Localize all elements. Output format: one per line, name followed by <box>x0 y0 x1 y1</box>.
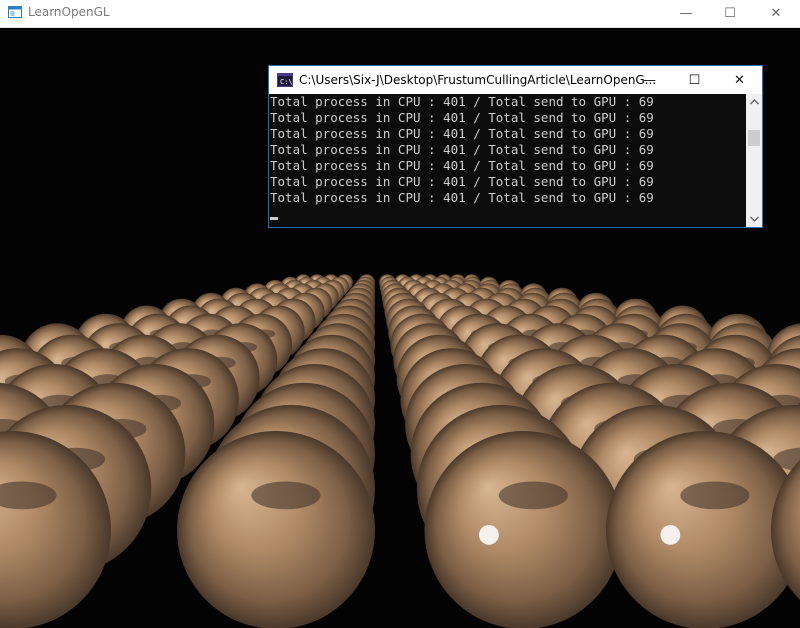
console-titlebar[interactable]: C:\ C:\Users\Six-J\Desktop\FrustumCullin… <box>269 66 762 94</box>
console-line: Total process in CPU : 401 / Total send … <box>270 174 654 189</box>
console-line: Total process in CPU : 401 / Total send … <box>270 126 654 141</box>
mars-sphere <box>606 431 800 628</box>
mars-sphere <box>424 431 623 628</box>
cmd-icon: C:\ <box>277 73 293 87</box>
minimize-button[interactable]: — <box>663 0 709 26</box>
maximize-icon: ☐ <box>724 5 736 21</box>
window-title: LearnOpenGL <box>28 5 110 19</box>
close-icon: ✕ <box>770 5 782 21</box>
maximize-icon: ☐ <box>688 72 701 88</box>
opengl-window-icon <box>8 6 22 18</box>
mars-surface-marking <box>251 481 321 510</box>
console-line: Total process in CPU : 401 / Total send … <box>270 142 654 157</box>
mars-sphere <box>177 431 375 628</box>
mars-surface-marking <box>680 481 750 510</box>
minimize-icon: — <box>643 72 656 88</box>
console-line: Total process in CPU : 401 / Total send … <box>270 110 654 125</box>
console-window[interactable]: C:\ C:\Users\Six-J\Desktop\FrustumCullin… <box>268 65 763 228</box>
console-output[interactable]: Total process in CPU : 401 / Total send … <box>269 94 747 227</box>
polar-ice-cap <box>660 525 681 545</box>
main-titlebar[interactable]: LearnOpenGL — ☐ ✕ <box>0 0 800 28</box>
console-scrollbar[interactable] <box>746 94 762 227</box>
mars-surface-marking <box>498 481 568 510</box>
scroll-thumb[interactable] <box>748 130 760 146</box>
scroll-down-arrow-icon[interactable] <box>746 211 762 227</box>
polar-ice-cap <box>479 525 499 545</box>
console-line: Total process in CPU : 401 / Total send … <box>270 158 654 173</box>
svg-text:C:\: C:\ <box>280 78 293 86</box>
close-button[interactable]: ✕ <box>753 0 799 26</box>
console-line: Total process in CPU : 401 / Total send … <box>270 94 654 109</box>
maximize-button[interactable]: ☐ <box>707 0 753 26</box>
console-close-button[interactable]: ✕ <box>717 66 762 94</box>
close-icon: ✕ <box>734 72 745 88</box>
minimize-icon: — <box>679 5 693 21</box>
console-maximize-button[interactable]: ☐ <box>672 66 717 94</box>
scroll-up-arrow-icon[interactable] <box>746 94 762 110</box>
console-title: C:\Users\Six-J\Desktop\FrustumCullingArt… <box>299 73 657 87</box>
console-minimize-button[interactable]: — <box>627 66 672 94</box>
console-line: Total process in CPU : 401 / Total send … <box>270 190 654 205</box>
text-cursor <box>270 217 278 220</box>
